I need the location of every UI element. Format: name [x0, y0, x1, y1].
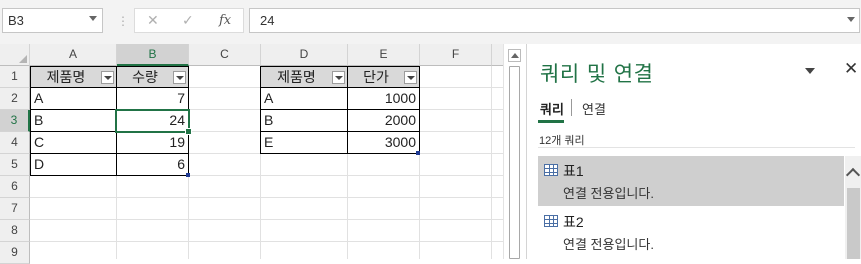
tab-divider: [571, 99, 572, 116]
queries-connections-pane: 쿼리 및 연결 ✕ 쿼리 연결 12개 쿼리 표1 연결 전용입니다. 표2 연…: [526, 44, 861, 259]
table1-header-qty-label: 수량: [132, 69, 158, 85]
table1-header-product-label: 제품명: [46, 69, 86, 85]
cancel-icon[interactable]: ✕: [147, 12, 159, 29]
column-header-d[interactable]: D: [261, 44, 348, 66]
filter-dropdown-icon[interactable]: [101, 71, 114, 84]
formula-bar-grip-icon[interactable]: ⋮: [117, 14, 130, 28]
column-header-a[interactable]: A: [30, 44, 117, 66]
query-description: 연결 전용입니다.: [563, 186, 654, 201]
table2-header-product-label: 제품명: [277, 69, 316, 85]
table-cell[interactable]: E: [260, 132, 348, 154]
chevron-down-icon[interactable]: [89, 16, 97, 21]
table-cell[interactable]: 6: [116, 154, 189, 176]
column-header-g[interactable]: [492, 44, 503, 66]
formula-bar: B3 ⋮ ✕ ✓ fx 24: [0, 0, 861, 44]
column-header-e[interactable]: E: [348, 44, 420, 66]
table-cell[interactable]: B: [30, 110, 117, 132]
column-header-c[interactable]: C: [189, 44, 261, 66]
table-cell[interactable]: D: [30, 154, 117, 176]
row-header-3[interactable]: 3: [0, 110, 30, 132]
row-header-7[interactable]: 7: [0, 198, 30, 220]
gridline: [491, 66, 492, 259]
filter-dropdown-icon[interactable]: [404, 71, 417, 84]
query-description: 연결 전용입니다.: [563, 237, 654, 252]
table-cell[interactable]: 19: [116, 132, 189, 154]
filter-dropdown-icon[interactable]: [173, 71, 186, 84]
row-header-5[interactable]: 5: [0, 154, 30, 176]
table2-header-price[interactable]: 단가: [347, 66, 420, 88]
table-cell[interactable]: 3000: [347, 132, 420, 154]
active-cell[interactable]: [115, 109, 192, 135]
table-icon: [544, 215, 558, 227]
row-header-9[interactable]: 9: [0, 242, 30, 264]
pane-options-chevron-icon[interactable]: [805, 68, 815, 74]
scroll-up-icon[interactable]: [508, 49, 521, 62]
sheet-vertical-scrollbar[interactable]: [503, 44, 525, 259]
chevron-up-icon[interactable]: [845, 167, 861, 183]
tab-connections[interactable]: 연결: [582, 99, 606, 118]
formula-value: 24: [260, 13, 275, 28]
divider: [538, 147, 855, 148]
table-cell[interactable]: A: [30, 88, 117, 110]
row-header-8[interactable]: 8: [0, 220, 30, 242]
scrollbar-thumb[interactable]: [509, 66, 520, 259]
close-icon[interactable]: ✕: [844, 59, 858, 79]
column-header-f[interactable]: F: [420, 44, 492, 66]
formula-input[interactable]: 24: [249, 8, 860, 33]
enter-icon[interactable]: ✓: [182, 12, 194, 29]
select-all-button[interactable]: [0, 44, 30, 66]
row-header-2[interactable]: 2: [0, 88, 30, 110]
query-item[interactable]: 표1 연결 전용입니다.: [538, 156, 844, 206]
gridline: [30, 219, 503, 220]
table-icon: [544, 164, 558, 176]
scrollbar-thumb[interactable]: [847, 188, 860, 259]
active-tab-underline: [538, 120, 564, 123]
expand-formula-bar-icon[interactable]: [847, 17, 855, 22]
table1-header-qty[interactable]: 수량: [116, 66, 189, 88]
tab-queries[interactable]: 쿼리: [540, 99, 564, 118]
insert-function-icon[interactable]: fx: [219, 13, 231, 28]
name-box[interactable]: B3: [2, 8, 103, 33]
query-count: 12개 쿼리: [539, 135, 585, 147]
row-header-4[interactable]: 4: [0, 132, 30, 154]
row-header-1[interactable]: 1: [0, 66, 30, 88]
query-item[interactable]: 표2 연결 전용입니다.: [538, 207, 844, 257]
table-cell[interactable]: 2000: [347, 110, 420, 132]
gridline: [30, 197, 503, 198]
table-cell[interactable]: B: [260, 110, 348, 132]
table2-header-product[interactable]: 제품명: [260, 66, 348, 88]
row-header-6[interactable]: 6: [0, 176, 30, 198]
table-cell[interactable]: C: [30, 132, 117, 154]
name-box-value: B3: [8, 13, 24, 28]
table-cell[interactable]: 1000: [347, 88, 420, 110]
table-resize-handle[interactable]: [186, 173, 190, 177]
table-resize-handle[interactable]: [416, 151, 420, 155]
query-name: 표2: [563, 214, 584, 230]
query-list-scrollbar[interactable]: [845, 156, 861, 259]
table2-header-price-label: 단가: [363, 69, 389, 85]
filter-dropdown-icon[interactable]: [332, 71, 345, 84]
gridline: [30, 241, 503, 242]
query-name: 표1: [563, 163, 584, 179]
table1-header-product[interactable]: 제품명: [30, 66, 117, 88]
pane-title: 쿼리 및 연결: [540, 62, 654, 86]
table-cell[interactable]: 7: [116, 88, 189, 110]
column-header-b[interactable]: B: [117, 44, 189, 66]
formula-buttons: ✕ ✓ fx: [134, 8, 244, 33]
table-cell[interactable]: A: [260, 88, 348, 110]
